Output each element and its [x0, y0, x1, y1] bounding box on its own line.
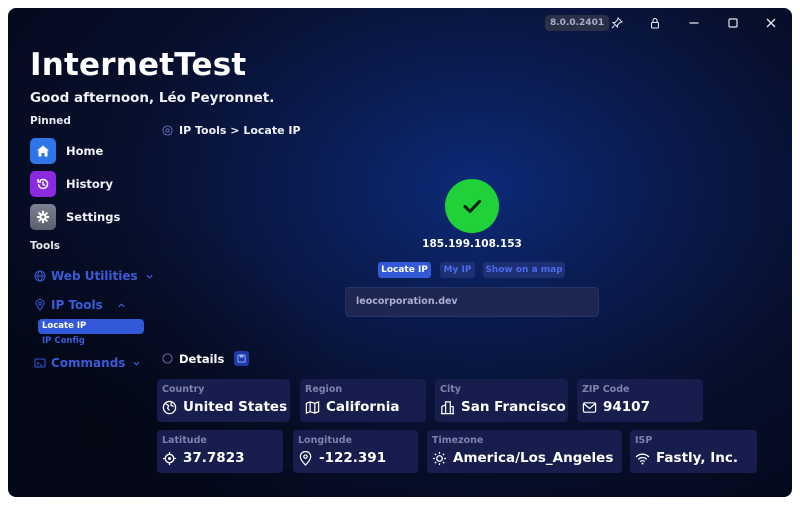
nav-item-commands[interactable]: Commands — [34, 354, 141, 372]
detail-label: City — [440, 384, 461, 395]
detail-value: California — [326, 399, 400, 415]
chevron-down-icon — [133, 361, 141, 366]
pinned-item-home[interactable]: Home — [30, 138, 103, 164]
app-title: InternetTest — [30, 47, 247, 83]
detail-card-country: Country United States — [157, 379, 290, 422]
pinned-item-label: History — [66, 177, 113, 191]
detail-label: Country — [162, 384, 205, 395]
ip-address-text: 185.199.108.153 — [422, 238, 522, 250]
info-circle-icon — [162, 353, 173, 364]
detail-card-longitude: Longitude -122.391 — [293, 430, 418, 473]
gear-icon — [30, 204, 56, 230]
minimize-button[interactable] — [683, 14, 705, 32]
wifi-icon — [635, 453, 650, 464]
nav-item-label: Commands — [51, 356, 126, 370]
detail-label: Timezone — [432, 435, 484, 446]
nav-subitem-ip-config[interactable]: IP Config — [42, 336, 85, 346]
detail-value: America/Los_Angeles — [453, 450, 614, 466]
detail-label: Latitude — [162, 435, 207, 446]
history-icon — [30, 171, 56, 197]
ip-domain-input[interactable]: leocorporation.dev — [345, 287, 599, 317]
mail-icon — [582, 401, 597, 413]
close-button[interactable] — [760, 14, 782, 32]
sun-icon — [432, 451, 447, 465]
chevron-up-icon — [118, 302, 125, 307]
nav-item-label: Web Utilities — [51, 269, 138, 283]
detail-label: Region — [305, 384, 343, 395]
pinned-item-label: Settings — [66, 210, 121, 224]
detail-card-region: Region California — [300, 379, 426, 422]
detail-value: San Francisco — [461, 399, 566, 415]
detail-label: ISP — [635, 435, 653, 446]
detail-label: ZIP Code — [582, 384, 630, 395]
pinned-label: Pinned — [30, 115, 71, 127]
location-target-icon — [162, 125, 173, 136]
pin-icon — [611, 17, 623, 29]
breadcrumb: IP Tools > Locate IP — [162, 124, 301, 137]
detail-card-city: City San Francisco — [435, 379, 568, 422]
greeting-text: Good afternoon, Léo Peyronnet. — [30, 90, 275, 106]
detail-value: 94107 — [603, 399, 650, 415]
crosshair-icon — [162, 451, 177, 465]
pinned-item-settings[interactable]: Settings — [30, 204, 120, 230]
nav-item-label: IP Tools — [51, 298, 103, 312]
detail-label: Longitude — [298, 435, 352, 446]
detail-card-latitude: Latitude 37.7823 — [157, 430, 283, 473]
lock-button[interactable] — [644, 14, 666, 32]
map-icon — [305, 400, 320, 414]
location-pin-icon — [35, 299, 45, 311]
details-header: Details — [162, 351, 250, 366]
tools-label: Tools — [30, 240, 61, 252]
app-window: 8.0.0.2401 InternetTest Good afternoon, … — [8, 8, 792, 497]
maximize-icon — [728, 18, 738, 28]
show-on-map-button[interactable]: Show on a map — [483, 262, 565, 278]
save-icon — [237, 354, 246, 363]
version-badge: 8.0.0.2401 — [545, 15, 610, 31]
detail-value: United States — [183, 399, 288, 415]
globe-icon — [34, 270, 46, 282]
breadcrumb-text: IP Tools > Locate IP — [179, 124, 301, 137]
terminal-icon — [34, 358, 46, 368]
nav-item-web-utilities[interactable]: Web Utilities — [34, 267, 154, 285]
maximize-button[interactable] — [722, 14, 744, 32]
detail-value: -122.391 — [319, 450, 387, 466]
pinned-item-label: Home — [66, 144, 104, 158]
locate-ip-button[interactable]: Locate IP — [378, 262, 431, 278]
detail-value: 37.7823 — [183, 450, 245, 466]
detail-card-zip: ZIP Code 94107 — [577, 379, 703, 422]
details-label: Details — [179, 351, 225, 366]
globe-icon — [162, 400, 177, 414]
pinned-item-history[interactable]: History — [30, 171, 113, 197]
my-ip-button[interactable]: My IP — [440, 262, 475, 278]
detail-card-isp: ISP Fastly, Inc. — [630, 430, 757, 473]
detail-value: Fastly, Inc. — [656, 450, 739, 466]
chevron-down-icon — [146, 274, 153, 279]
minimize-icon — [689, 22, 699, 24]
lock-icon — [650, 17, 660, 29]
location-pin-icon — [299, 450, 312, 466]
nav-subitem-locate-ip[interactable]: Locate IP — [38, 319, 144, 334]
city-icon — [440, 400, 455, 414]
home-icon — [30, 138, 56, 164]
detail-card-timezone: Timezone America/Los_Angeles — [427, 430, 622, 473]
pin-window-button[interactable] — [606, 14, 628, 32]
nav-item-ip-tools[interactable]: IP Tools — [34, 296, 126, 314]
close-icon — [766, 18, 776, 28]
success-check-icon — [445, 179, 499, 233]
save-details-button[interactable] — [234, 351, 250, 366]
